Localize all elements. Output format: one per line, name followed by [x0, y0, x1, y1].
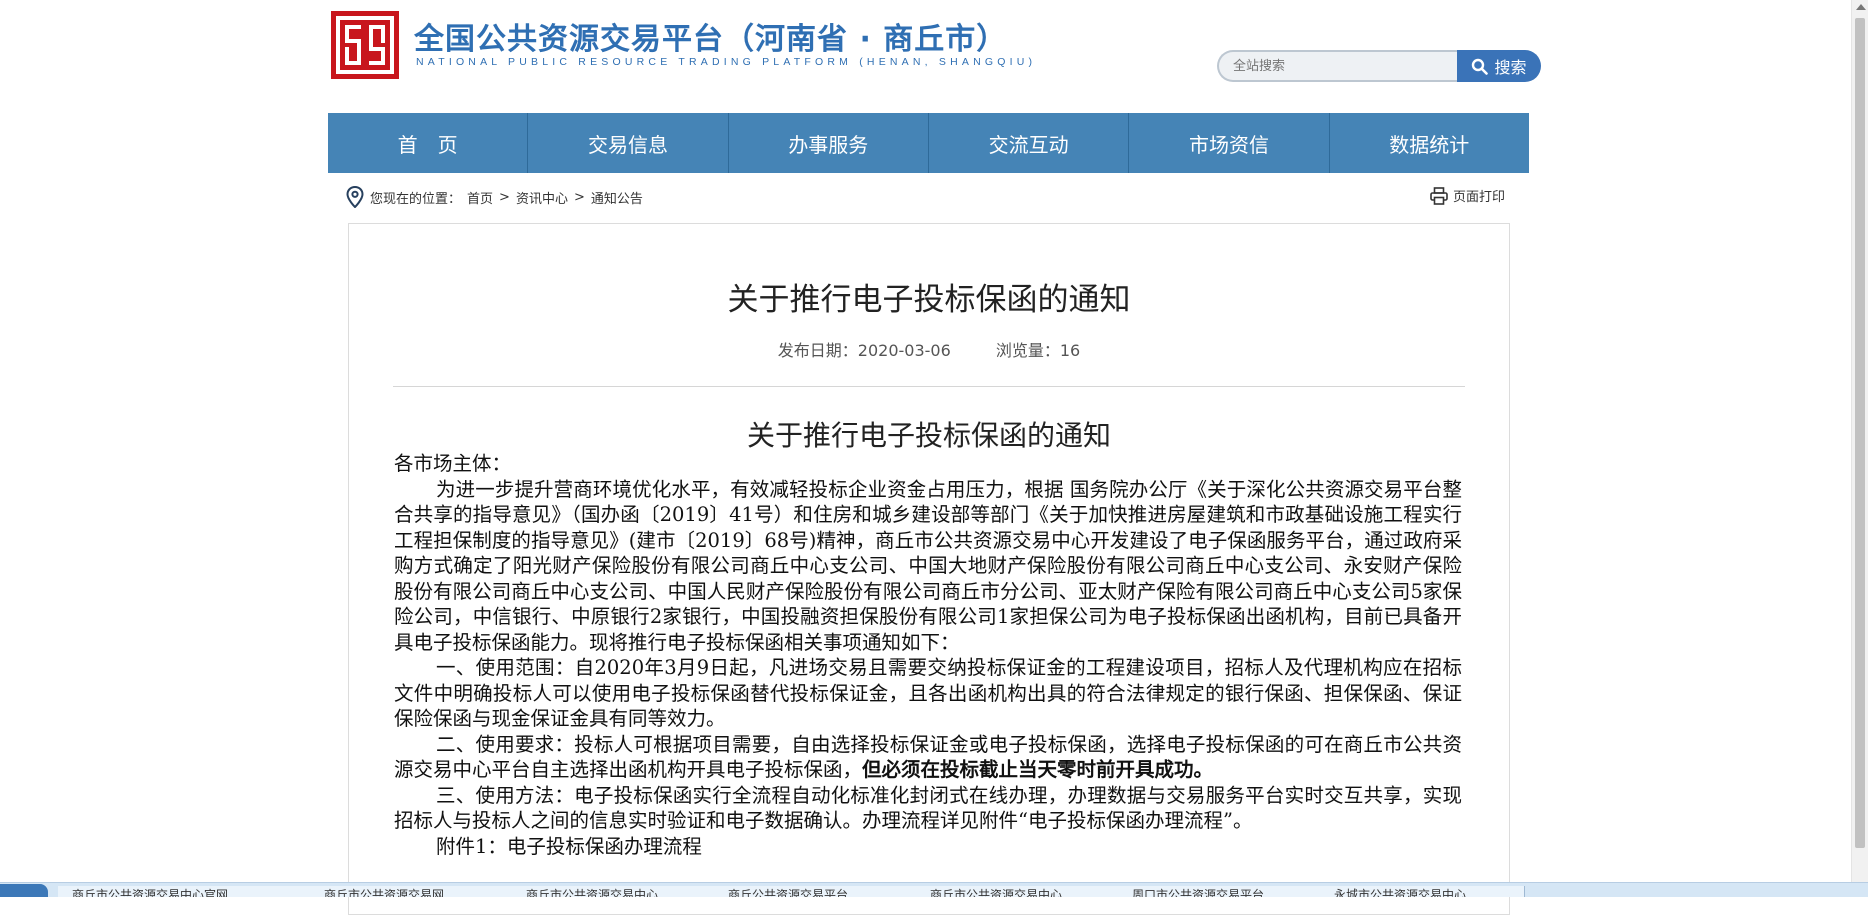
taskbar-start-button[interactable] [0, 884, 48, 897]
breadcrumb-notices[interactable]: 通知公告 [591, 188, 643, 207]
nav-item-home[interactable]: 首 页 [328, 113, 529, 173]
nav-item-statistics[interactable]: 数据统计 [1330, 113, 1529, 173]
paragraph: 一、使用范围：自2020年3月9日起，凡进场交易且需要交纳投标保证金的工程建设项… [394, 656, 1462, 730]
paragraph: 为进一步提升营商环境优化水平，有效减轻投标企业资金占用压力，根据 国务院办公厅《… [394, 477, 1462, 654]
view-count: 浏览量：16 [996, 341, 1080, 360]
vertical-scrollbar[interactable] [1851, 0, 1868, 882]
taskbar-tab[interactable]: 永城市公共资源交易中心 [1320, 886, 1525, 897]
attachment-link[interactable]: 附件1：电子投标保函办理流程 [394, 834, 1462, 860]
breadcrumb-prefix: 您现在的位置： [370, 191, 462, 207]
location-pin-icon [346, 186, 364, 208]
print-button[interactable]: 页面打印 [1430, 186, 1505, 205]
main-nav: 首 页 交易信息 办事服务 交流互动 市场资信 数据统计 [328, 113, 1529, 173]
nav-item-interaction[interactable]: 交流互动 [929, 113, 1130, 173]
nav-item-market-credit[interactable]: 市场资信 [1129, 113, 1330, 173]
search-input[interactable] [1217, 50, 1459, 82]
search-box: 搜索 [1217, 50, 1541, 82]
breadcrumb-news-center[interactable]: 资讯中心 [516, 188, 568, 207]
scrollbar-thumb[interactable] [1855, 18, 1865, 848]
site-subtitle: NATIONAL PUBLIC RESOURCE TRADING PLATFOR… [416, 56, 1037, 68]
paragraph: 二、使用要求：投标人可根据项目需要，自由选择投标保证金或电子投标保函，选择电子投… [394, 732, 1462, 783]
search-button[interactable]: 搜索 [1457, 50, 1541, 82]
taskbar-tab[interactable]: 商丘市公共资源交易网 [310, 886, 515, 897]
salutation: 各市场主体： [394, 452, 512, 475]
breadcrumb-home[interactable]: 首页 [467, 188, 493, 207]
article-container: 关于推行电子投标保函的通知 发布日期：2020-03-06 浏览量：16 关于推… [348, 223, 1510, 915]
breadcrumb-separator: > [499, 189, 510, 205]
search-icon [1472, 58, 1489, 75]
body-title: 关于推行电子投标保函的通知 [746, 419, 1111, 452]
print-label: 页面打印 [1453, 190, 1506, 205]
view-count-label: 浏览量： [995, 341, 1060, 360]
site-header: 全国公共资源交易平台（河南省 · 商丘市） NATIONAL PUBLIC RE… [328, 0, 1541, 112]
taskbar-tab[interactable]: 商丘市公共资源交易中心 [916, 886, 1121, 897]
site-title: 全国公共资源交易平台（河南省 · 商丘市） [414, 22, 1008, 57]
printer-icon [1430, 186, 1448, 205]
search-button-label: 搜索 [1494, 58, 1527, 77]
divider [393, 386, 1465, 387]
publish-date-value: 2020-03-06 [857, 341, 951, 360]
paragraph: 三、使用方法：电子投标保函实行全流程自动化标准化封闭式在线办理，办理数据与交易服… [394, 783, 1462, 833]
paragraph-emphasis: 但必须在投标截止当天零时前开具成功。 [862, 758, 1214, 781]
publish-date: 发布日期：2020-03-06 [778, 341, 951, 360]
breadcrumb-separator: > [573, 189, 585, 205]
taskbar-tab[interactable]: 商丘公共资源交易平台 [714, 886, 919, 897]
browser-tab-bar: 商丘市公共资源交易中心官网 商丘市公共资源交易网 商丘市公共资源交易中心 商丘公… [0, 882, 1868, 897]
article-meta: 发布日期：2020-03-06 浏览量：16 [349, 337, 1509, 361]
site-logo-icon[interactable] [331, 11, 399, 79]
taskbar-tab[interactable]: 商丘市公共资源交易中心官网 [58, 886, 313, 897]
article-title: 关于推行电子投标保函的通知 [727, 282, 1131, 318]
taskbar-tab[interactable]: 商丘市公共资源交易中心 [512, 886, 717, 897]
taskbar-tab[interactable]: 周口市公共资源交易平台 [1118, 886, 1323, 897]
nav-item-trading-info[interactable]: 交易信息 [528, 113, 729, 173]
scroll-up-arrow-icon[interactable] [1856, 4, 1866, 10]
publish-date-label: 发布日期： [777, 341, 858, 360]
nav-item-services[interactable]: 办事服务 [729, 113, 929, 173]
view-count-value: 16 [1059, 341, 1081, 360]
breadcrumb: 您现在的位置： 首页 > 资讯中心 > 通知公告 [346, 186, 643, 208]
article-body: 各市场主体： 为进一步提升营商环境优化水平，有效减轻投标企业资金占用压力，根据 … [394, 451, 1462, 859]
